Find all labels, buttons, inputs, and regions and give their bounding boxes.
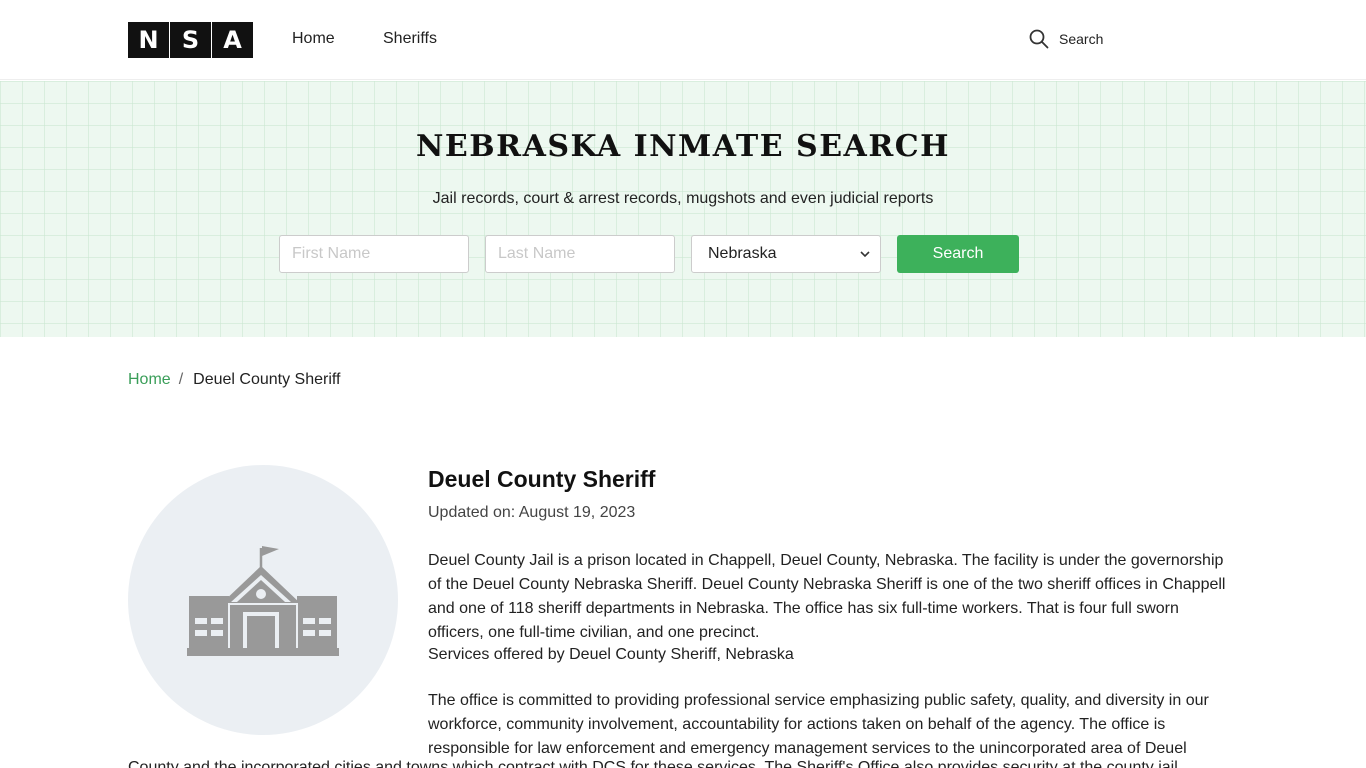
updated-date: Updated on: August 19, 2023 — [428, 504, 636, 521]
courthouse-icon — [187, 546, 339, 656]
header-search-link[interactable]: Search — [1029, 29, 1103, 49]
nsa-logo[interactable]: N S A — [128, 22, 253, 58]
mission-paragraph-continued: County and the incorporated cities and t… — [128, 759, 1178, 768]
state-select-value: Nebraska — [708, 245, 777, 262]
state-select[interactable]: Nebraska — [691, 235, 881, 273]
header-search-label: Search — [1059, 31, 1104, 47]
breadcrumb-current: Deuel County Sheriff — [193, 371, 341, 388]
nav-sheriffs-link[interactable]: Sheriffs — [383, 30, 437, 48]
sheriff-avatar — [128, 465, 398, 735]
mission-paragraph: The office is committed to providing pro… — [428, 692, 1209, 757]
chevron-down-icon — [860, 251, 870, 258]
first-name-input[interactable] — [279, 235, 469, 273]
nav-home-link[interactable]: Home — [292, 30, 335, 48]
logo-letter-n: N — [128, 22, 169, 58]
search-button[interactable]: Search — [897, 235, 1019, 273]
breadcrumb-home-link[interactable]: Home — [128, 371, 171, 389]
sheriff-content: Deuel County Sheriff Updated on: August … — [428, 465, 1238, 761]
hero-subtitle: Jail records, court & arrest records, mu… — [432, 190, 934, 207]
breadcrumb-separator: / — [178, 371, 184, 388]
breadcrumb: Home / Deuel County Sheriff — [128, 371, 340, 389]
hero-search-section: NEBRASKA INMATE SEARCH Jail records, cou… — [0, 81, 1366, 337]
hero-title: NEBRASKA INMATE SEARCH — [416, 129, 950, 164]
search-icon — [1029, 29, 1049, 49]
logo-letter-a: A — [212, 22, 253, 58]
last-name-input[interactable] — [485, 235, 675, 273]
services-heading: Services offered by Deuel County Sheriff… — [428, 646, 794, 663]
page-title: Deuel County Sheriff — [428, 466, 656, 492]
description-paragraph: Deuel County Jail is a prison located in… — [428, 552, 1226, 641]
site-header: N S A Home Sheriffs Search — [0, 0, 1366, 80]
logo-letter-s: S — [170, 22, 211, 58]
